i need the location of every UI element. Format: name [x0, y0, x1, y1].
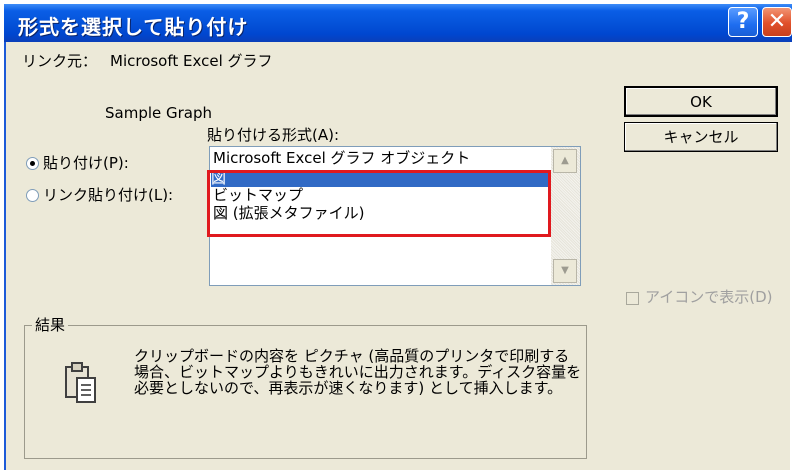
paste-radio-label[interactable]: 貼り付け(P):	[43, 152, 129, 173]
ok-button[interactable]: OK	[624, 86, 778, 117]
scroll-up-button[interactable]: ▲	[553, 149, 577, 173]
display-as-icon-checkbox[interactable]	[626, 292, 639, 305]
cancel-button[interactable]: キャンセル	[624, 122, 778, 152]
format-option[interactable]: Microsoft Excel グラフ オブジェクト	[213, 150, 470, 167]
title-bar[interactable]: 形式を選択して貼り付け ? ✕	[4, 4, 792, 42]
clipboard-icon	[65, 362, 96, 403]
dialog-title: 形式を選択して貼り付け	[18, 15, 249, 39]
close-button[interactable]: ✕	[762, 7, 792, 37]
source-label: リンク元：	[22, 52, 98, 70]
source-item: Sample Graph	[105, 104, 213, 122]
help-button[interactable]: ?	[728, 7, 758, 37]
paste-link-radio[interactable]	[26, 189, 39, 202]
result-description: クリップボードの内容を ピクチャ (高品質のプリンタで印刷する場合、ビットマップ…	[134, 347, 582, 397]
result-group-label: 結果	[32, 314, 69, 335]
format-label: 貼り付ける形式(A):	[207, 126, 340, 144]
display-as-icon-label[interactable]: アイコンで表示(D)	[645, 286, 773, 307]
source-value: Microsoft Excel グラフ	[110, 52, 273, 70]
paste-link-radio-label[interactable]: リンク貼り付け(L):	[43, 184, 173, 205]
annotation-highlight-box	[207, 170, 551, 237]
scroll-down-button[interactable]: ▼	[553, 259, 577, 283]
paste-radio[interactable]	[26, 157, 39, 170]
